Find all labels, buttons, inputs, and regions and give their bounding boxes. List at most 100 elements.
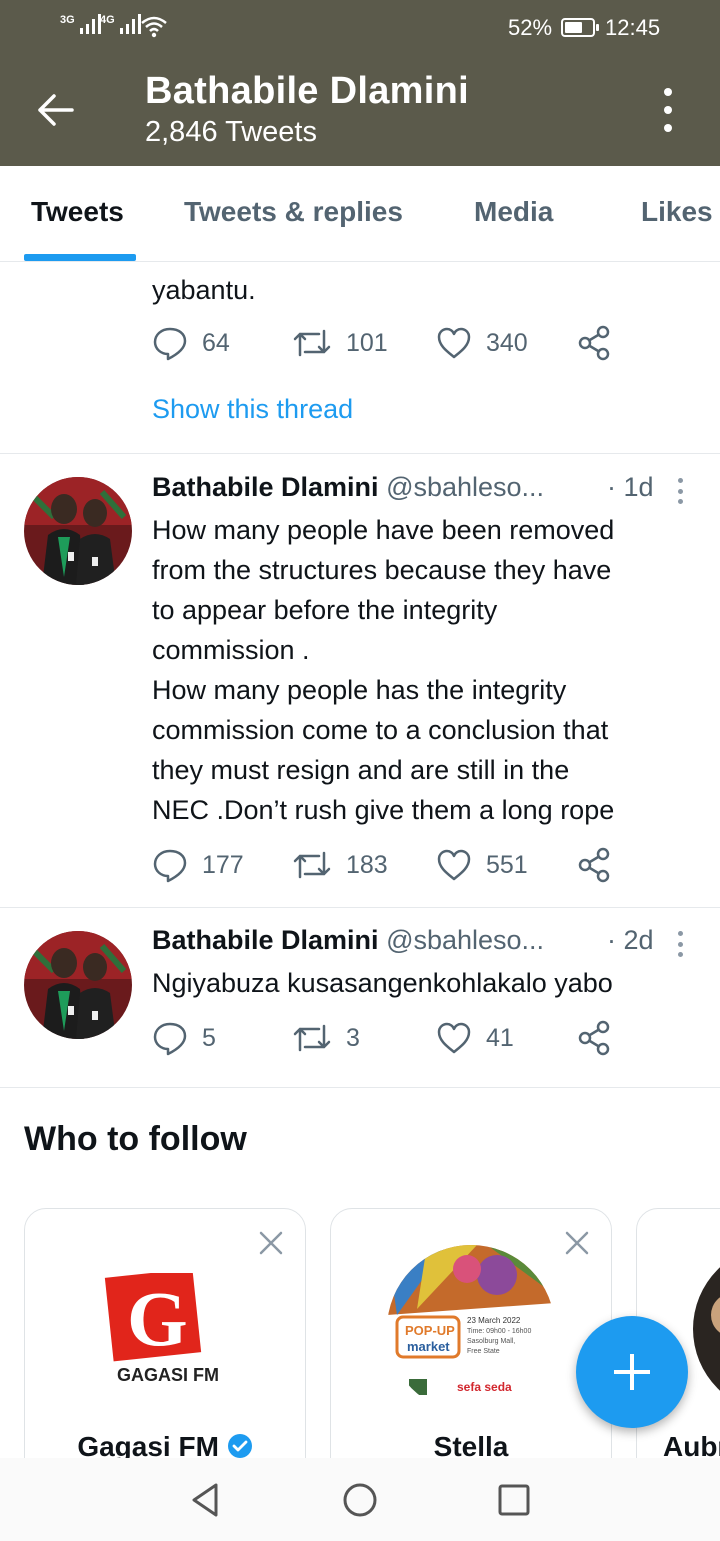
logo-text: GAGASI FM	[117, 1365, 219, 1385]
like-count: 551	[486, 850, 528, 879]
tweet-header: Bathabile Dlamini @sbahleso... · 2d	[152, 925, 692, 963]
tweet-divider	[0, 1087, 720, 1088]
tweet-actions: 5 3 41	[152, 1020, 632, 1060]
share-icon[interactable]	[577, 847, 611, 883]
like-button[interactable]: 551	[436, 847, 528, 883]
close-icon[interactable]	[257, 1229, 285, 1257]
tweet-actions: 64 101 340	[152, 325, 632, 365]
tweet-line: from the structures because they have	[152, 555, 612, 585]
system-nav-bar	[0, 1458, 720, 1541]
author-handle: @sbahleso...	[386, 925, 545, 955]
like-button[interactable]: 340	[436, 325, 528, 361]
event-line: Free State	[467, 1348, 500, 1355]
author-name[interactable]: Bathabile Dlamini	[152, 925, 379, 955]
show-thread-link[interactable]: Show this thread	[152, 394, 353, 425]
reply-button[interactable]: 177	[152, 847, 244, 883]
tweet-line: they must resign and are still in the	[152, 755, 570, 785]
reply-count: 64	[202, 328, 230, 357]
gagasi-logo: G GAGASI FM	[104, 1273, 219, 1385]
follow-card[interactable]: G GAGASI FM Gagasi FM	[24, 1208, 306, 1458]
tweet-actions: 177 183 551	[152, 847, 632, 887]
tab-tweets[interactable]: Tweets	[31, 196, 124, 228]
compose-icon[interactable]	[576, 1316, 688, 1428]
retweet-icon	[293, 851, 331, 879]
signal-3g-icon: 3G	[60, 14, 101, 34]
verified-icon	[227, 1434, 252, 1458]
stella-avatar: POP-UP market 23 March 2022 Time: 09h00 …	[387, 1245, 555, 1413]
share-icon[interactable]	[577, 1020, 611, 1056]
battery-icon	[561, 18, 599, 37]
tweet-line: to appear before the integrity	[152, 595, 498, 625]
status-bar: 3G 4G 52% 12:45	[0, 0, 720, 56]
author-name[interactable]: Bathabile Dlamini	[152, 472, 379, 502]
avatar[interactable]	[24, 477, 132, 585]
tweet-header: Bathabile Dlamini @sbahleso... · 1d	[152, 472, 692, 510]
active-tab-indicator	[24, 254, 136, 261]
tweet-more-icon[interactable]	[676, 931, 684, 957]
tweet-time: · 2d	[607, 925, 654, 955]
tab-media[interactable]: Media	[474, 196, 553, 228]
card-name: Stella	[433, 1431, 509, 1458]
retweet-button[interactable]: 3	[292, 1020, 360, 1056]
wifi-icon	[141, 16, 167, 38]
event-line: Sasolburg Mall,	[467, 1338, 515, 1345]
sponsor-logos: sefa seda	[457, 1380, 512, 1394]
more-vertical-icon[interactable]	[656, 88, 680, 132]
card-name: Aubr	[663, 1431, 720, 1458]
retweet-button[interactable]: 101	[292, 325, 388, 361]
follow-card-name: Gagasi FM	[25, 1431, 305, 1458]
like-button[interactable]: 41	[436, 1020, 514, 1056]
nav-back-icon[interactable]	[186, 1480, 226, 1520]
profile-name: Bathabile Dlamini	[145, 70, 469, 112]
avatar	[693, 1267, 720, 1391]
tweet-time: · 1d	[607, 472, 654, 502]
tweet-text: How many people have been removed from t…	[152, 510, 692, 830]
retweet-count: 183	[346, 850, 388, 879]
retweet-icon	[293, 1024, 331, 1052]
avatar[interactable]	[24, 931, 132, 1039]
card-name: Gagasi FM	[77, 1431, 219, 1458]
reply-icon	[153, 849, 187, 883]
status-clock: 12:45	[605, 15, 661, 40]
reply-count: 177	[202, 850, 244, 879]
tweet-more-icon[interactable]	[676, 478, 684, 504]
share-icon[interactable]	[577, 325, 611, 361]
like-count: 340	[486, 328, 528, 357]
tweet-text: yabantu.	[152, 275, 256, 305]
reply-icon	[153, 1022, 187, 1056]
signal-label: 3G	[60, 14, 75, 26]
like-count: 41	[486, 1023, 514, 1052]
profile-tabs: Tweets Tweets & replies Media Likes	[0, 166, 720, 262]
tab-likes[interactable]: Likes	[641, 196, 713, 228]
tweet-divider	[0, 453, 720, 454]
app-header: 3G 4G 52% 12:45 Bathabile Dlamini 2,846 …	[0, 0, 720, 166]
like-icon	[437, 1022, 471, 1054]
retweet-count: 101	[346, 328, 388, 357]
follow-card[interactable]: POP-UP market 23 March 2022 Time: 09h00 …	[330, 1208, 612, 1458]
tweet-line: NEC .Don’t rush give them a long rope	[152, 795, 615, 825]
tweet-line: commission come to a conclusion that	[152, 715, 609, 745]
timeline: yabantu. 64 101 340 Show this thread Bat…	[0, 262, 720, 1458]
tab-tweets-replies[interactable]: Tweets & replies	[184, 196, 403, 228]
retweet-button[interactable]: 183	[292, 847, 388, 883]
tweet-line: Ngiyabuza kusasangenkohlakalo yabo	[152, 968, 613, 998]
retweet-icon	[293, 329, 331, 357]
badge-top: POP-UP	[405, 1323, 455, 1338]
signal-label: 4G	[100, 14, 115, 26]
nav-recents-icon[interactable]	[494, 1480, 534, 1520]
signal-4g-icon: 4G	[100, 14, 141, 34]
tweet-divider	[0, 907, 720, 908]
reply-button[interactable]: 64	[152, 325, 230, 361]
like-icon	[437, 849, 471, 881]
badge-bottom: market	[407, 1339, 450, 1354]
like-icon	[437, 327, 471, 359]
who-to-follow-title: Who to follow	[24, 1120, 247, 1158]
back-arrow-icon[interactable]	[34, 88, 78, 132]
retweet-count: 3	[346, 1023, 360, 1052]
tweet-line: commission .	[152, 635, 310, 665]
reply-button[interactable]: 5	[152, 1020, 216, 1056]
close-icon[interactable]	[563, 1229, 591, 1257]
battery-percent: 52%	[508, 15, 553, 40]
nav-home-icon[interactable]	[340, 1480, 380, 1520]
tweet-line: How many people has the integrity	[152, 675, 567, 705]
